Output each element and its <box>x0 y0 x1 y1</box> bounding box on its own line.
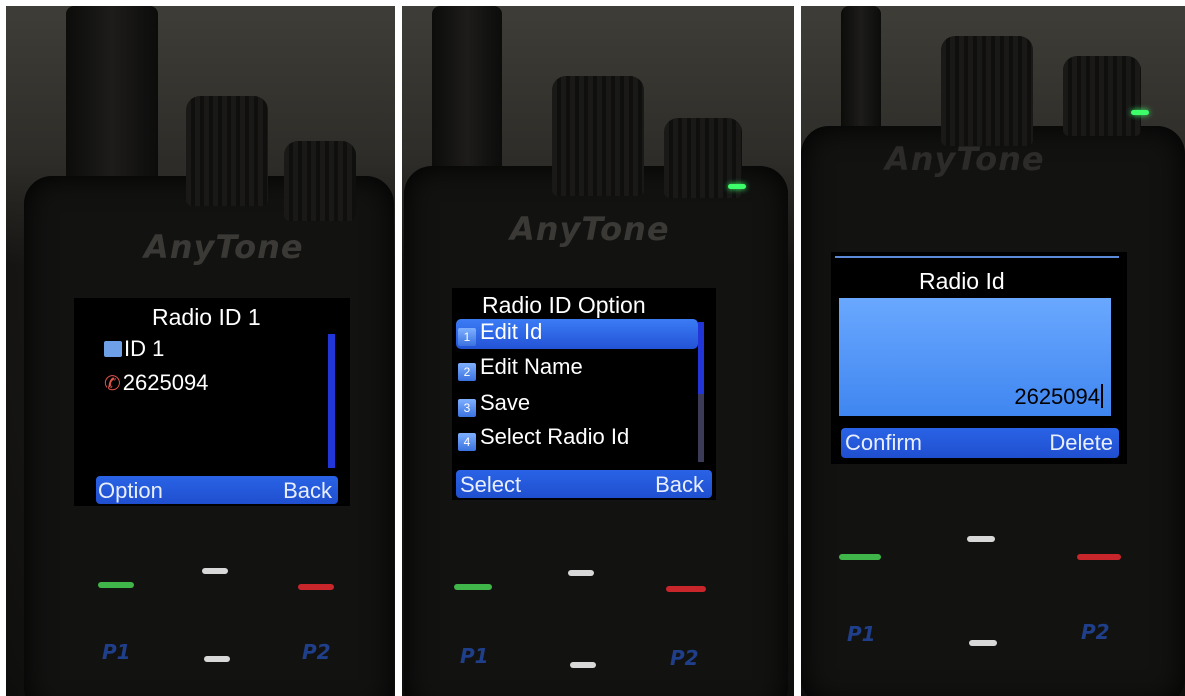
phone-icon: ✆ <box>104 373 121 395</box>
green-call-key[interactable] <box>454 584 492 590</box>
menu-index-badge: 1 <box>458 328 476 346</box>
softkey-right[interactable]: Delete <box>1049 430 1113 456</box>
status-led <box>1131 110 1149 115</box>
p1-key[interactable]: P1 <box>847 622 876 646</box>
id-line: ID 1 <box>104 336 164 362</box>
red-end-key[interactable] <box>666 586 706 592</box>
p2-key[interactable]: P2 <box>302 640 331 664</box>
nav-down-key[interactable] <box>969 640 997 646</box>
red-end-key[interactable] <box>298 584 334 590</box>
photo-radio-id-view: AnyTone Radio ID 1 ID 1 ✆2625094 Option … <box>6 6 395 696</box>
menu-index-badge: 4 <box>458 433 476 451</box>
menu-index-badge: 3 <box>458 399 476 417</box>
photo-radio-id-edit: AnyTone Radio Id 2625094 Confirm Delete … <box>801 6 1185 696</box>
brand-logo: AnyTone <box>510 210 670 248</box>
photo-radio-id-option-menu: AnyTone Radio ID Option 1 Edit Id 2 Edit N… <box>402 6 794 696</box>
radio-id-input-value: 2625094 <box>1014 384 1103 410</box>
id-line-label: ID 1 <box>124 336 165 361</box>
nav-down-key[interactable] <box>570 662 596 668</box>
status-led <box>728 184 746 189</box>
p2-key[interactable]: P2 <box>1081 620 1110 644</box>
radio-screen: Radio ID 1 ID 1 ✆2625094 Option Back <box>74 298 350 506</box>
softkey-left[interactable]: Confirm <box>845 430 922 456</box>
channel-knob <box>941 36 1033 146</box>
radio-screen: Radio Id 2625094 Confirm Delete <box>831 252 1127 464</box>
nav-up-key[interactable] <box>202 568 228 574</box>
softkey-left[interactable]: Select <box>460 472 521 498</box>
screen-title: Radio ID 1 <box>152 304 261 330</box>
volume-knob <box>1063 56 1141 136</box>
menu-item-edit-id[interactable]: 1 Edit Id <box>456 319 698 349</box>
number-line: ✆2625094 <box>104 370 208 396</box>
p1-key[interactable]: P1 <box>102 640 131 664</box>
input-text: 2625094 <box>1014 384 1100 409</box>
scrollbar[interactable] <box>698 322 704 394</box>
text-cursor <box>1101 384 1103 408</box>
brand-logo: AnyTone <box>885 140 1045 178</box>
softkey-bar: Select Back <box>456 470 712 498</box>
radio-id-input[interactable]: 2625094 <box>839 298 1111 416</box>
nav-up-key[interactable] <box>967 536 995 542</box>
channel-knob <box>552 76 644 196</box>
contact-icon <box>104 341 122 357</box>
brand-logo: AnyTone <box>144 228 304 266</box>
softkey-right[interactable]: Back <box>283 478 332 504</box>
p1-key[interactable]: P1 <box>460 644 489 668</box>
menu-item-save[interactable]: 3 Save <box>456 390 698 420</box>
menu-index-badge: 2 <box>458 363 476 381</box>
nav-down-key[interactable] <box>204 656 230 662</box>
softkey-left[interactable]: Option <box>98 478 163 504</box>
scrollbar[interactable] <box>328 334 335 468</box>
radio-number: 2625094 <box>122 370 209 395</box>
green-call-key[interactable] <box>839 554 881 560</box>
nav-up-key[interactable] <box>568 570 594 576</box>
softkey-bar: Option Back <box>96 476 338 504</box>
screen-top-divider <box>835 256 1119 258</box>
red-end-key[interactable] <box>1077 554 1121 560</box>
p2-key[interactable]: P2 <box>670 646 699 670</box>
radio-screen: Radio ID Option 1 Edit Id 2 Edit Name 3 Sav… <box>452 288 716 500</box>
channel-knob <box>186 96 268 206</box>
menu-item-label: Edit Id <box>480 319 543 344</box>
menu-item-label: Edit Name <box>480 354 583 379</box>
screen-title: Radio Id <box>919 268 1005 294</box>
softkey-right[interactable]: Back <box>655 472 704 498</box>
menu-item-label: Save <box>480 390 531 415</box>
volume-knob <box>284 141 356 221</box>
menu-item-edit-name[interactable]: 2 Edit Name <box>456 354 698 384</box>
softkey-bar: Confirm Delete <box>841 428 1119 458</box>
menu-item-label: Select Radio Id <box>480 424 630 449</box>
menu-item-select-radio-id[interactable]: 4 Select Radio Id <box>456 424 698 454</box>
green-call-key[interactable] <box>98 582 134 588</box>
screen-title: Radio ID Option <box>482 292 646 318</box>
